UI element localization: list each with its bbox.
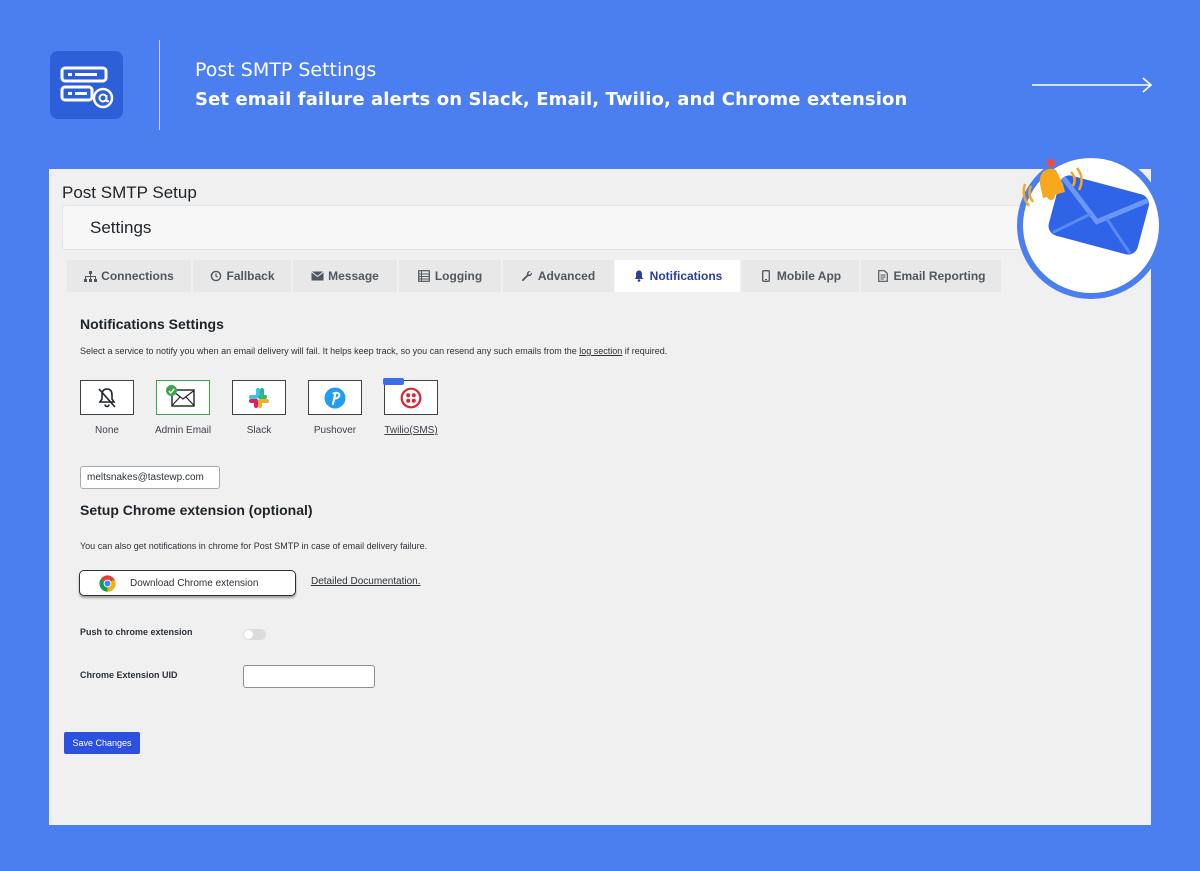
service-twilio-option[interactable] — [383, 378, 438, 415]
tab-label: Connections — [101, 269, 174, 283]
service-label: Twilio(SMS) — [384, 425, 438, 436]
server-email-icon — [60, 66, 114, 109]
pushover-icon — [324, 387, 346, 408]
arrow-right-icon[interactable] — [1030, 76, 1154, 94]
push-toggle[interactable] — [243, 629, 266, 640]
tab-bar: Connections Fallback Message Logging Adv… — [67, 260, 1001, 292]
wrench-icon — [521, 270, 534, 282]
tab-advanced[interactable]: Advanced — [503, 260, 613, 292]
service-pushover: Pushover — [308, 380, 362, 436]
log-section-link[interactable]: log section — [579, 346, 622, 356]
description-text: Select a service to notify you when an e… — [80, 346, 580, 356]
service-twilio: Twilio(SMS) — [383, 378, 438, 436]
settings-header: Settings — [62, 205, 1137, 250]
notifications-heading: Notifications Settings — [80, 316, 224, 332]
tab-label: Mobile App — [776, 269, 842, 283]
settings-heading: Settings — [90, 218, 152, 237]
service-admin-email-option[interactable] — [156, 380, 210, 415]
tab-email-reporting[interactable]: Email Reporting — [861, 260, 1001, 292]
tab-label: Fallback — [226, 269, 275, 283]
mobile-icon — [760, 270, 773, 282]
service-none: None — [80, 380, 134, 436]
chrome-uid-input[interactable] — [243, 665, 375, 688]
tab-label: Email Reporting — [893, 269, 986, 283]
tab-label: Logging — [434, 269, 483, 283]
envelope-icon — [311, 271, 324, 281]
report-icon — [876, 270, 889, 282]
documentation-link[interactable]: Detailed Documentation. — [311, 576, 421, 587]
service-selector: None Admin Email Slack Pushover Twilio(S… — [80, 378, 438, 436]
bell-icon — [633, 270, 646, 282]
check-icon — [166, 385, 177, 396]
notification-badge — [1017, 152, 1165, 299]
service-admin-email: Admin Email — [154, 380, 212, 436]
settings-panel: Post SMTP Setup Settings Connections Fal… — [49, 169, 1151, 825]
banner-title: Post SMTP Settings — [195, 59, 377, 81]
chrome-description: You can also get notifications in chrome… — [80, 541, 428, 551]
tab-label: Message — [328, 269, 379, 283]
service-pushover-option[interactable] — [308, 380, 362, 415]
notifications-description: Select a service to notify you when an e… — [80, 346, 667, 356]
sitemap-icon — [84, 270, 98, 282]
service-label: Slack — [246, 425, 272, 436]
bell-off-icon — [98, 387, 116, 408]
tab-content: Notifications Settings Select a service … — [49, 292, 1151, 825]
tab-connections[interactable]: Connections — [67, 260, 191, 292]
chrome-icon — [99, 574, 116, 592]
service-label: Pushover — [313, 425, 357, 436]
tab-message[interactable]: Message — [293, 260, 397, 292]
service-label: Admin Email — [154, 425, 212, 436]
service-label: None — [95, 425, 119, 436]
tab-label: Advanced — [537, 269, 596, 283]
twilio-icon — [400, 387, 422, 408]
admin-email-input[interactable] — [80, 466, 220, 489]
service-slack: Slack — [232, 380, 286, 436]
tab-notifications[interactable]: Notifications — [615, 260, 740, 292]
push-label: Push to chrome extension — [80, 627, 193, 637]
app-logo — [50, 51, 123, 119]
download-chrome-label: Download Chrome extension — [130, 577, 259, 589]
uid-label: Chrome Extension UID — [80, 670, 178, 680]
tab-mobile-app[interactable]: Mobile App — [742, 260, 859, 292]
tab-label: Notifications — [649, 269, 723, 283]
service-slack-option[interactable] — [232, 380, 286, 415]
tab-fallback[interactable]: Fallback — [193, 260, 291, 292]
page-title: Post SMTP Setup — [62, 183, 197, 202]
pro-badge — [383, 378, 404, 385]
email-bell-icon — [1022, 159, 1150, 255]
list-icon — [418, 270, 431, 282]
history-icon — [209, 270, 222, 282]
save-changes-button[interactable]: Save Changes — [64, 732, 140, 754]
banner-subtitle: Set email failure alerts on Slack, Email… — [195, 89, 908, 110]
slack-icon — [249, 387, 269, 408]
chrome-heading: Setup Chrome extension (optional) — [80, 502, 313, 518]
banner-divider — [159, 40, 160, 130]
tab-logging[interactable]: Logging — [399, 260, 501, 292]
description-text-end: if required. — [622, 346, 668, 356]
service-none-option[interactable] — [80, 380, 134, 415]
download-chrome-extension-button[interactable]: Download Chrome extension — [79, 570, 296, 596]
